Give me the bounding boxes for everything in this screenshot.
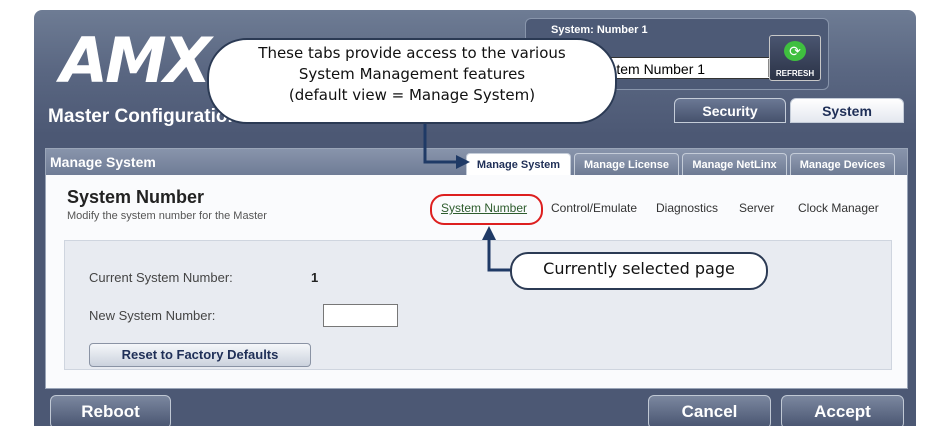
tabs-callout-line1: These tabs provide access to the various [258,44,566,62]
tabs-callout: These tabs provide access to the various… [207,38,617,124]
page-callout-arrow [487,238,512,272]
page-callout-arrowhead [482,226,496,240]
tabs-callout-arrowhead [456,155,470,169]
tabs-callout-line3: (default view = Manage System) [288,86,536,104]
page-callout: Currently selected page [510,252,768,290]
tabs-callout-line2: System Management features [298,65,526,83]
